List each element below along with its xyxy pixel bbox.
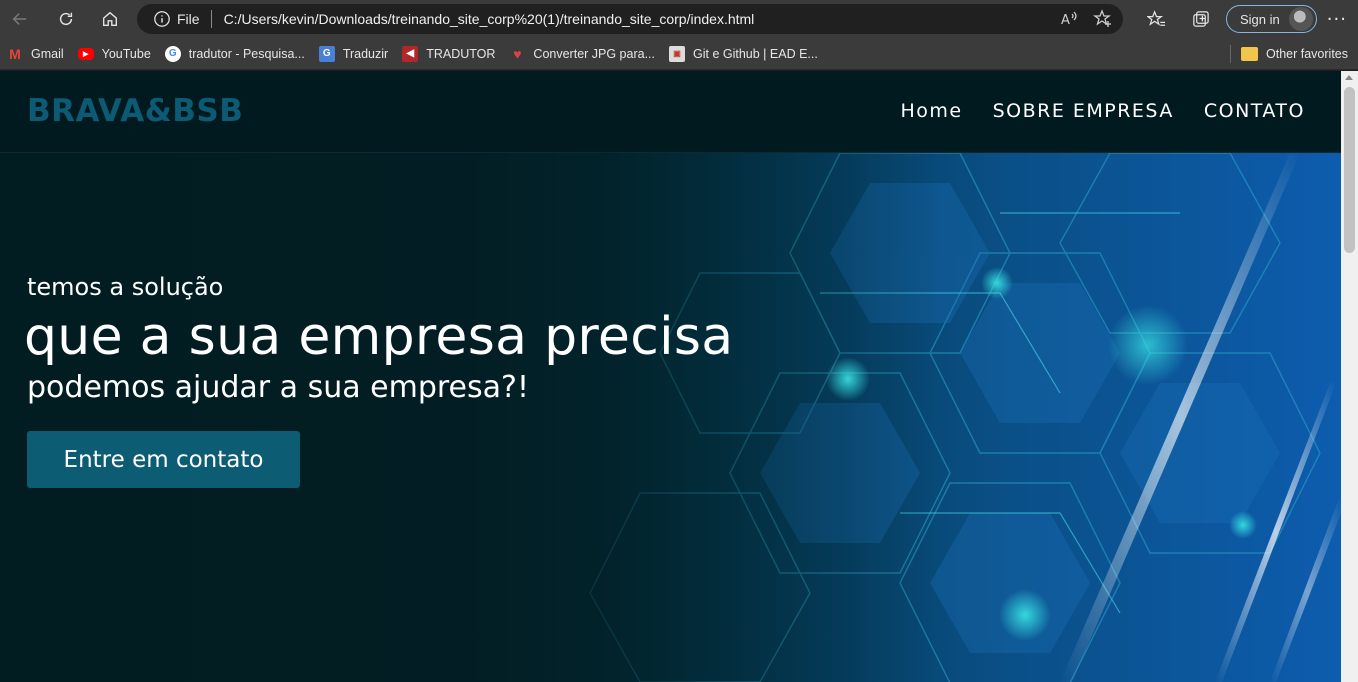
site-header: BRAVA&BSB Home SOBRE EMPRESA CONTATO	[0, 71, 1341, 153]
bookmark-label: TRADUTOR	[426, 46, 496, 61]
profile-avatar	[1288, 7, 1313, 31]
favorites-star-icon	[1146, 9, 1165, 26]
sign-in-label: Sign in	[1240, 11, 1280, 27]
bookmark-label: Traduzir	[342, 46, 389, 61]
bookmark-label: Gmail	[31, 46, 64, 61]
url-text[interactable]: C:/Users/kevin/Downloads/treinando_site_…	[224, 11, 755, 27]
more-options-button[interactable]: ···	[1327, 9, 1347, 30]
back-button[interactable]	[2, 3, 38, 35]
info-icon[interactable]	[153, 10, 171, 28]
refresh-button[interactable]	[48, 3, 84, 35]
favorites-button[interactable]	[1138, 4, 1174, 34]
nav-link-contato[interactable]: CONTATO	[1204, 100, 1305, 122]
svg-text:A: A	[1061, 13, 1070, 28]
ead-icon: ▣	[669, 45, 685, 62]
other-favorites[interactable]: Other favorites	[1241, 41, 1348, 67]
read-aloud-icon[interactable]: A	[1059, 9, 1079, 29]
bookmarks-bar: M Gmail ▶ YouTube G tradutor - Pesquisa.…	[0, 38, 1358, 70]
site-logo[interactable]: BRAVA&BSB	[27, 93, 243, 129]
bookmark-converter-jpg[interactable]: ♥ Converter JPG para...	[502, 41, 662, 67]
address-bar[interactable]: File C:/Users/kevin/Downloads/treinando_…	[137, 4, 1123, 34]
back-arrow-icon	[12, 13, 27, 25]
home-icon	[103, 11, 117, 26]
heart-icon: ♥	[513, 45, 522, 62]
speaker-icon: ◀	[402, 45, 419, 62]
nav-link-sobre-empresa[interactable]: SOBRE EMPRESA	[993, 100, 1174, 122]
home-button[interactable]	[92, 3, 128, 35]
hero-headline: que a sua empresa precisa	[24, 307, 734, 367]
site-nav: Home SOBRE EMPRESA CONTATO	[900, 100, 1305, 122]
collections-icon	[1192, 10, 1209, 27]
collections-button[interactable]	[1182, 4, 1218, 34]
folder-icon	[1241, 47, 1259, 61]
refresh-icon	[59, 12, 73, 26]
bookmark-label: tradutor - Pesquisa...	[188, 46, 305, 61]
youtube-icon: ▶	[77, 47, 94, 60]
bookmarks-divider	[1230, 45, 1232, 63]
scrollbar-thumb[interactable]	[1344, 87, 1355, 253]
hero-background-graphic	[0, 153, 1341, 682]
bookmark-tradutor[interactable]: ◀ TRADUTOR	[395, 41, 502, 67]
nav-link-home[interactable]: Home	[900, 100, 962, 122]
page-viewport: BRAVA&BSB Home SOBRE EMPRESA CONTATO tem…	[0, 71, 1341, 682]
translate-icon: G	[318, 45, 335, 62]
sign-in-button[interactable]: Sign in	[1226, 5, 1317, 33]
bookmark-label: Converter JPG para...	[533, 46, 655, 61]
address-separator	[210, 10, 212, 28]
add-favorite-icon[interactable]	[1093, 9, 1113, 29]
browser-toolbar: File C:/Users/kevin/Downloads/treinando_…	[0, 0, 1358, 38]
contact-cta-button[interactable]: Entre em contato	[27, 431, 300, 488]
bookmark-label: YouTube	[101, 46, 151, 61]
bookmark-label: Git e Github | EAD E...	[693, 46, 818, 61]
google-icon: G	[164, 45, 181, 62]
file-scheme-label: File	[177, 11, 200, 27]
hero-line-1: temos a solução	[27, 273, 224, 301]
bookmark-youtube[interactable]: ▶ YouTube	[71, 41, 158, 67]
bookmark-gmail[interactable]: M Gmail	[0, 41, 71, 67]
bookmark-tradutor-pesquisa[interactable]: G tradutor - Pesquisa...	[158, 41, 312, 67]
hero-section: temos a solução que a sua empresa precis…	[0, 153, 1341, 682]
gmail-icon: M	[9, 45, 21, 62]
bookmark-traduzir[interactable]: G Traduzir	[312, 41, 395, 67]
bookmark-git-github[interactable]: ▣ Git e Github | EAD E...	[662, 41, 825, 67]
other-favorites-label: Other favorites	[1266, 47, 1348, 61]
scroll-up-arrow-icon[interactable]	[1345, 75, 1353, 80]
hero-line-3: podemos ajudar a sua empresa?!	[27, 370, 529, 405]
page-scrollbar[interactable]	[1341, 71, 1358, 682]
